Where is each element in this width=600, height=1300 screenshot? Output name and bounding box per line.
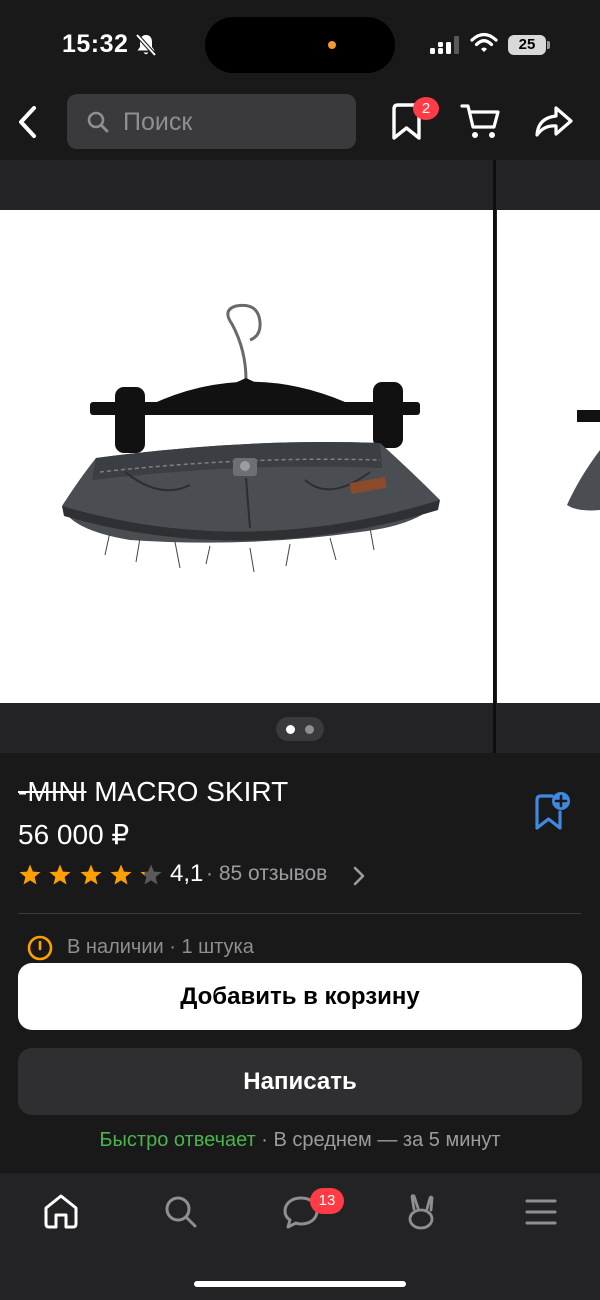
hamburger-menu-icon — [525, 1199, 557, 1225]
rating-value: 4,1 — [170, 860, 204, 887]
product-photo[interactable] — [0, 210, 493, 703]
share-arrow-icon — [535, 106, 573, 137]
bookmark-plus-icon — [535, 792, 570, 830]
status-time: 15:32 — [62, 30, 129, 58]
search-input[interactable] — [67, 94, 356, 149]
cart-button[interactable] — [460, 102, 502, 142]
cellular-signal-icon — [428, 34, 462, 61]
battery-tip — [547, 41, 550, 49]
home-indicator[interactable] — [194, 1281, 406, 1287]
tab-search[interactable] — [164, 1195, 198, 1229]
slide-divider — [493, 160, 496, 753]
product-title: -MINI MACRO SKIRT — [18, 776, 288, 808]
rating-stars[interactable] — [18, 862, 166, 888]
dynamic-island — [205, 17, 395, 73]
product-price: 56 000 ₽ — [18, 819, 130, 850]
next-product-photo[interactable] — [497, 210, 600, 703]
reply-time-label: · В среднем — за 5 минут — [255, 1129, 501, 1151]
wifi-icon — [470, 32, 498, 59]
back-button[interactable] — [14, 104, 44, 140]
seller-reply-info: Быстро отвечает · В среднем — за 5 минут — [0, 1129, 600, 1152]
battery-level: 25 — [508, 35, 546, 55]
skirt-image — [62, 303, 440, 573]
tab-menu[interactable] — [525, 1198, 557, 1226]
write-seller-button[interactable]: Написать — [18, 1048, 582, 1115]
share-button[interactable] — [534, 104, 574, 140]
tab-home[interactable] — [42, 1193, 80, 1229]
star-full-icon — [80, 864, 102, 885]
add-to-collection-button[interactable] — [532, 790, 572, 832]
chevron-right-icon — [352, 866, 366, 891]
cart-icon — [460, 104, 500, 138]
page-dot — [305, 725, 314, 734]
skirt-image-partial — [567, 410, 600, 511]
home-icon — [44, 1194, 78, 1229]
silent-bell-icon — [135, 33, 157, 62]
page-dot-active — [286, 725, 295, 734]
privacy-indicator-dot — [328, 41, 336, 49]
chevron-left-icon — [19, 106, 36, 138]
star-full-icon — [49, 864, 71, 885]
section-divider — [18, 913, 581, 914]
reviews-link[interactable]: · 85 отзывов — [206, 862, 327, 886]
favorites-count-badge: 2 — [413, 97, 439, 120]
search-placeholder: Поиск — [123, 108, 193, 136]
fast-reply-label: Быстро отвечает — [99, 1129, 256, 1151]
search-icon — [165, 1196, 197, 1228]
add-to-cart-button[interactable]: Добавить в корзину — [18, 963, 582, 1030]
messages-count-badge: 13 — [310, 1188, 344, 1214]
search-icon — [86, 110, 110, 139]
tab-services[interactable] — [405, 1193, 437, 1231]
star-full-icon — [110, 864, 132, 885]
gallery-page-indicator — [276, 717, 324, 741]
product-title-rest: MACRO SKIRT — [86, 776, 289, 807]
stock-status: В наличии · 1 штука — [67, 936, 254, 958]
star-full-icon — [19, 864, 41, 885]
star-partial-icon — [140, 864, 162, 885]
bunny-icon — [408, 1194, 434, 1230]
product-title-struck: -MINI — [18, 776, 87, 807]
